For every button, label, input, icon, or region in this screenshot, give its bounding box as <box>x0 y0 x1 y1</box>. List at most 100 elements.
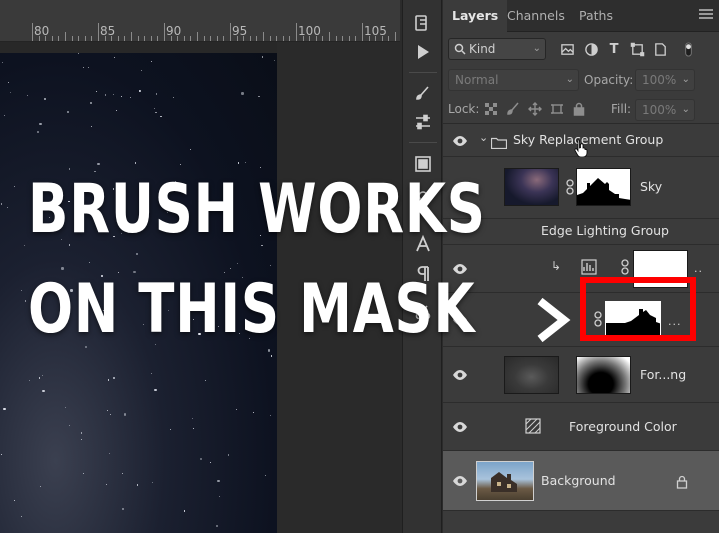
star <box>238 162 240 164</box>
ruler-tick <box>203 36 205 41</box>
star <box>80 438 83 440</box>
ruler-tick <box>388 36 390 41</box>
star <box>264 474 267 476</box>
star <box>77 53 79 55</box>
star <box>6 207 8 209</box>
star <box>115 110 117 112</box>
ruler-tick <box>150 36 152 41</box>
mask-highlight-box <box>580 277 696 341</box>
star <box>27 95 29 97</box>
layer-row-fill[interactable]: Foreground Color <box>443 403 719 451</box>
star <box>68 424 71 427</box>
star <box>215 524 218 528</box>
layer-thumbnail[interactable] <box>504 356 559 394</box>
star <box>139 90 142 92</box>
star <box>4 114 6 117</box>
star <box>42 389 45 392</box>
layer-filter-kind-select[interactable]: Kind ⌄ <box>448 38 546 60</box>
search-icon <box>454 43 466 55</box>
layer-mask-thumbnail[interactable] <box>576 356 631 394</box>
history-icon[interactable] <box>411 12 435 36</box>
filter-shape-icon[interactable] <box>628 40 646 58</box>
ruler-tick <box>230 23 231 41</box>
ruler-tick <box>104 36 106 41</box>
star <box>89 261 91 263</box>
ruler-tick <box>256 36 258 41</box>
filter-type-icon[interactable]: T <box>605 40 623 58</box>
ruler-tick <box>223 36 225 41</box>
document-canvas-area[interactable]: 80 85 90 95 100 105 <box>0 0 400 533</box>
layer-name-truncated: .. <box>694 262 703 275</box>
ruler-tick <box>117 36 119 41</box>
ruler-tick-label: 80 <box>34 24 50 38</box>
ruler-tick <box>91 36 93 41</box>
tab-channels[interactable]: Channels <box>498 0 574 32</box>
lock-move-icon[interactable] <box>527 101 543 117</box>
layer-thumbnail[interactable] <box>504 168 559 206</box>
layer-mask-thumbnail[interactable] <box>576 168 631 206</box>
star <box>136 252 139 255</box>
ruler-tick <box>302 36 304 41</box>
chevron-down-icon[interactable]: ⌄ <box>479 131 488 144</box>
star <box>150 60 152 63</box>
lock-artboard-icon[interactable] <box>549 101 565 117</box>
ruler-tick <box>197 32 198 41</box>
lock-all-icon[interactable] <box>571 101 587 117</box>
filter-toggle-icon[interactable] <box>679 40 697 58</box>
star <box>129 97 132 99</box>
star <box>217 479 220 482</box>
ruler-tick <box>309 36 311 41</box>
ruler-tick <box>84 36 86 41</box>
layer-row-background[interactable]: Background <box>443 451 719 511</box>
eye-icon[interactable] <box>452 419 468 435</box>
star <box>134 162 137 164</box>
tool-divider <box>409 142 437 143</box>
layer-row-foreground[interactable]: For...ng <box>443 347 719 403</box>
star <box>169 429 171 431</box>
layer-row-group[interactable]: ⌄ Sky Replacement Group <box>443 124 719 158</box>
link-icon[interactable] <box>620 259 630 275</box>
star <box>107 410 109 412</box>
star <box>112 377 116 380</box>
actions-play-icon[interactable] <box>411 40 435 64</box>
star <box>10 91 12 94</box>
star <box>37 131 39 133</box>
lock-brush-icon[interactable] <box>505 101 521 117</box>
star <box>258 95 260 97</box>
star <box>235 408 237 410</box>
ruler-tick-label: 95 <box>232 24 248 38</box>
tab-paths[interactable]: Paths <box>570 0 622 32</box>
star <box>192 417 194 419</box>
star <box>42 375 44 377</box>
blend-mode-select[interactable]: Normal ⌄ <box>448 69 579 91</box>
ruler-tick <box>45 36 47 41</box>
eye-icon[interactable] <box>452 473 468 489</box>
opacity-input[interactable]: 100% ⌄ <box>635 69 695 91</box>
ruler-tick-label: 90 <box>166 24 182 38</box>
ruler-tick <box>315 36 317 41</box>
adjustments-sliders-icon[interactable] <box>411 110 435 134</box>
star <box>97 162 100 165</box>
ruler-tick <box>164 23 165 41</box>
star <box>112 93 115 96</box>
lock-transparent-icon[interactable] <box>483 101 499 117</box>
ruler-tick <box>276 36 278 41</box>
star <box>83 67 85 69</box>
panel-menu-icon[interactable] <box>699 9 713 19</box>
brush-settings-icon[interactable] <box>411 82 435 106</box>
star <box>180 163 182 165</box>
filter-smart-object-icon[interactable] <box>651 40 669 58</box>
eye-icon[interactable] <box>452 133 468 149</box>
link-icon[interactable] <box>565 179 575 195</box>
ruler-tick <box>144 36 146 41</box>
filter-adjustment-icon[interactable] <box>582 40 600 58</box>
ruler-tick <box>296 23 297 41</box>
eye-icon[interactable] <box>452 367 468 383</box>
chevron-down-icon: ⌄ <box>681 74 690 85</box>
filter-pixel-icon[interactable] <box>558 40 576 58</box>
fill-label: Fill: <box>611 102 632 116</box>
levels-adjustment-icon <box>581 259 597 275</box>
star <box>268 349 271 352</box>
layer-thumbnail[interactable] <box>476 461 534 501</box>
fill-input[interactable]: 100% ⌄ <box>635 99 695 121</box>
